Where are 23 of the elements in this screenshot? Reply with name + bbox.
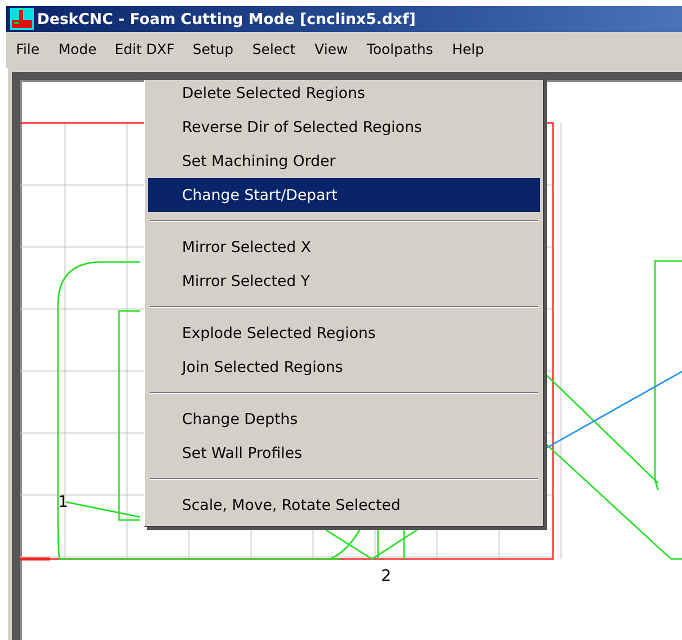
menu-item[interactable]: Delete Selected Regions — [148, 80, 540, 110]
menu-item[interactable]: Change Depths — [148, 402, 540, 436]
menu-title[interactable]: Setup — [184, 35, 242, 66]
menu-item[interactable]: Join Selected Regions — [148, 350, 540, 384]
menu-item[interactable]: Change Start/Depart — [148, 178, 540, 212]
menu-title[interactable]: Edit DXF — [108, 36, 182, 64]
point-label: 2 — [381, 566, 392, 585]
menu-title[interactable]: Toolpaths — [358, 35, 442, 66]
menu-item[interactable]: Mirror Selected X — [148, 230, 540, 264]
menu-title[interactable]: Select — [244, 35, 304, 66]
menu-item[interactable]: Reverse Dir of Selected Regions — [148, 110, 540, 144]
menu-item[interactable]: Set Wall Profiles — [148, 436, 540, 470]
menu-title[interactable]: File — [8, 35, 48, 66]
window-title: DeskCNC - Foam Cutting Mode [cnclinx5.dxf] — [37, 10, 416, 28]
menu-item[interactable]: Set Machining Order — [148, 144, 540, 178]
menu-item[interactable]: Scale, Move, Rotate Selected — [148, 488, 540, 522]
menu-item[interactable]: Mirror Selected Y — [148, 264, 540, 298]
menu-title[interactable]: Mode — [50, 35, 105, 66]
menu-title[interactable]: View — [306, 35, 356, 66]
app-logo-icon — [10, 8, 34, 30]
point-label: 1 — [58, 492, 68, 511]
menu-title[interactable]: Help — [444, 35, 492, 66]
menu-item[interactable]: Explode Selected Regions — [148, 316, 540, 350]
